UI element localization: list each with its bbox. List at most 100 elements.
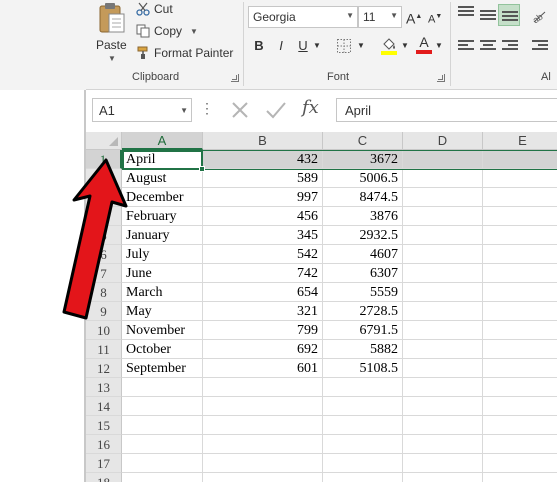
- cell-c11[interactable]: 5882: [323, 340, 403, 359]
- cell-b5[interactable]: 345: [203, 226, 323, 245]
- row-header-11[interactable]: 11: [86, 340, 122, 359]
- cell-d12[interactable]: [403, 359, 483, 378]
- cell-c10[interactable]: 6791.5: [323, 321, 403, 340]
- cell-b11[interactable]: 692: [203, 340, 323, 359]
- cancel-icon[interactable]: [228, 99, 252, 121]
- cell-b14[interactable]: [203, 397, 323, 416]
- cell-e8[interactable]: [483, 283, 557, 302]
- cell-c3[interactable]: 8474.5: [323, 188, 403, 207]
- cell-a16[interactable]: [122, 435, 203, 454]
- row-header-17[interactable]: 17: [86, 454, 122, 473]
- cell-e17[interactable]: [483, 454, 557, 473]
- cell-e13[interactable]: [483, 378, 557, 397]
- cell-c7[interactable]: 6307: [323, 264, 403, 283]
- cell-c4[interactable]: 3876: [323, 207, 403, 226]
- cell-e5[interactable]: [483, 226, 557, 245]
- cell-e9[interactable]: [483, 302, 557, 321]
- cell-d15[interactable]: [403, 416, 483, 435]
- cell-b10[interactable]: 799: [203, 321, 323, 340]
- cell-a15[interactable]: [122, 416, 203, 435]
- align-right-icon[interactable]: [502, 40, 518, 54]
- cell-e14[interactable]: [483, 397, 557, 416]
- chevron-down-icon[interactable]: ▼: [312, 36, 322, 56]
- cell-d11[interactable]: [403, 340, 483, 359]
- chevron-down-icon[interactable]: ▼: [400, 36, 410, 56]
- cell-d13[interactable]: [403, 378, 483, 397]
- middle-align-icon[interactable]: [480, 10, 496, 24]
- font-size-select[interactable]: 11 ▼: [358, 6, 402, 28]
- top-align-icon[interactable]: [458, 6, 474, 20]
- cell-d14[interactable]: [403, 397, 483, 416]
- align-center-icon[interactable]: [480, 40, 496, 54]
- cell-c14[interactable]: [323, 397, 403, 416]
- row-header-16[interactable]: 16: [86, 435, 122, 454]
- cell-e12[interactable]: [483, 359, 557, 378]
- cell-b9[interactable]: 321: [203, 302, 323, 321]
- row-header-12[interactable]: 12: [86, 359, 122, 378]
- cell-a5[interactable]: January: [122, 226, 203, 245]
- cell-c9[interactable]: 2728.5: [323, 302, 403, 321]
- cell-b12[interactable]: 601: [203, 359, 323, 378]
- select-all-button[interactable]: [86, 132, 122, 150]
- column-header-a[interactable]: A: [122, 132, 203, 150]
- cell-e4[interactable]: [483, 207, 557, 226]
- cell-d6[interactable]: [403, 245, 483, 264]
- underline-button[interactable]: U: [296, 36, 310, 56]
- cell-c12[interactable]: 5108.5: [323, 359, 403, 378]
- cell-e3[interactable]: [483, 188, 557, 207]
- cell-d17[interactable]: [403, 454, 483, 473]
- cell-a13[interactable]: [122, 378, 203, 397]
- row-header-18[interactable]: 18: [86, 473, 122, 482]
- cell-c13[interactable]: [323, 378, 403, 397]
- cell-e10[interactable]: [483, 321, 557, 340]
- cell-b16[interactable]: [203, 435, 323, 454]
- cell-a7[interactable]: June: [122, 264, 203, 283]
- grow-font-button[interactable]: A▲: [406, 7, 422, 27]
- cell-e16[interactable]: [483, 435, 557, 454]
- cell-d5[interactable]: [403, 226, 483, 245]
- column-header-d[interactable]: D: [403, 132, 483, 150]
- align-left-icon[interactable]: [458, 40, 474, 54]
- cell-e11[interactable]: [483, 340, 557, 359]
- cell-d16[interactable]: [403, 435, 483, 454]
- cell-d2[interactable]: [403, 169, 483, 188]
- italic-button[interactable]: I: [274, 36, 288, 56]
- insert-function-icon[interactable]: fx: [302, 97, 319, 118]
- row-header-15[interactable]: 15: [86, 416, 122, 435]
- cell-a18[interactable]: [122, 473, 203, 482]
- cell-a4[interactable]: February: [122, 207, 203, 226]
- chevron-down-icon[interactable]: ▼: [356, 36, 366, 56]
- borders-button[interactable]: [336, 38, 352, 54]
- orientation-button[interactable]: ab: [530, 6, 548, 25]
- cell-e15[interactable]: [483, 416, 557, 435]
- cell-b4[interactable]: 456: [203, 207, 323, 226]
- bold-button[interactable]: B: [252, 36, 266, 56]
- cell-c5[interactable]: 2932.5: [323, 226, 403, 245]
- cell-d4[interactable]: [403, 207, 483, 226]
- cell-c8[interactable]: 5559: [323, 283, 403, 302]
- copy-button[interactable]: Copy ▼: [136, 22, 198, 40]
- cell-b13[interactable]: [203, 378, 323, 397]
- cell-e18[interactable]: [483, 473, 557, 482]
- cell-e2[interactable]: [483, 169, 557, 188]
- cell-b18[interactable]: [203, 473, 323, 482]
- paste-button[interactable]: Paste ▼: [92, 2, 130, 66]
- cell-a3[interactable]: December: [122, 188, 203, 207]
- cell-a6[interactable]: July: [122, 245, 203, 264]
- cell-b8[interactable]: 654: [203, 283, 323, 302]
- more-options-icon[interactable]: ⋮: [200, 100, 214, 117]
- cell-b7[interactable]: 742: [203, 264, 323, 283]
- cell-c15[interactable]: [323, 416, 403, 435]
- cell-d10[interactable]: [403, 321, 483, 340]
- row-header-14[interactable]: 14: [86, 397, 122, 416]
- checkmark-icon[interactable]: [264, 99, 288, 121]
- font-color-button[interactable]: A: [416, 34, 432, 56]
- chevron-down-icon[interactable]: ▼: [108, 54, 116, 63]
- cell-e7[interactable]: [483, 264, 557, 283]
- column-header-b[interactable]: B: [203, 132, 323, 150]
- cell-a2[interactable]: August: [122, 169, 203, 188]
- cell-a8[interactable]: March: [122, 283, 203, 302]
- cell-b15[interactable]: [203, 416, 323, 435]
- formula-input[interactable]: April: [336, 98, 557, 122]
- cell-c18[interactable]: [323, 473, 403, 482]
